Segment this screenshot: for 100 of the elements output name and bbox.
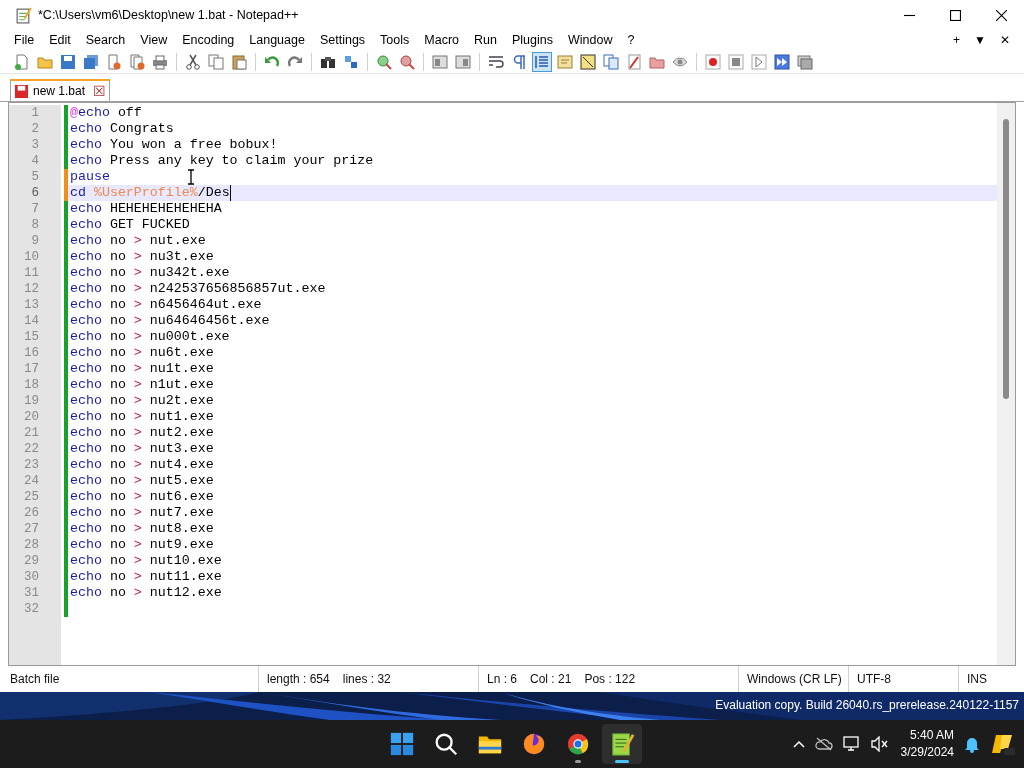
code-line: echo no > nut2.exe bbox=[70, 425, 214, 441]
new-tab-button[interactable]: + bbox=[953, 31, 961, 49]
status-text: INS bbox=[967, 671, 987, 688]
code-line: echo no > nut7.exe bbox=[70, 505, 214, 521]
pilcrow-icon bbox=[511, 53, 527, 70]
notepad-taskbar-button[interactable] bbox=[602, 724, 642, 764]
code-line: echo Press any key to claim your prize bbox=[70, 153, 374, 169]
line-number: 29 bbox=[9, 553, 61, 569]
code-line: echo no > nu3t.exe bbox=[70, 249, 214, 265]
menu-item[interactable]: View bbox=[140, 30, 168, 50]
network-icon[interactable] bbox=[842, 736, 861, 752]
menu-item[interactable]: Window bbox=[567, 30, 613, 50]
status-text: UTF-8 bbox=[857, 671, 891, 688]
printer-icon bbox=[152, 53, 168, 70]
copy-icon bbox=[208, 53, 224, 70]
notepad-icon bbox=[609, 731, 635, 757]
line-number: 19 bbox=[9, 393, 61, 409]
map-button[interactable] bbox=[578, 51, 598, 72]
menu-item[interactable]: Language bbox=[249, 30, 305, 50]
fox-globe-icon bbox=[521, 731, 547, 757]
chevron-up-icon[interactable] bbox=[792, 740, 805, 748]
menu-item[interactable]: Settings bbox=[319, 30, 366, 50]
code-line: echo no > nu342t.exe bbox=[70, 265, 230, 281]
close-icon bbox=[995, 9, 1007, 21]
code-line: echo no > nut6.exe bbox=[70, 489, 214, 505]
code-line: echo no > nut4.exe bbox=[70, 457, 214, 473]
code-line: echo no > nut10.exe bbox=[70, 553, 222, 569]
files-close-button[interactable] bbox=[127, 51, 147, 72]
status-text: length : 654 bbox=[267, 671, 330, 688]
indent-guide-button[interactable] bbox=[532, 51, 552, 72]
indent-guide-icon bbox=[534, 53, 550, 70]
line-number: 16 bbox=[9, 345, 61, 361]
code-line: echo Congrats bbox=[70, 121, 174, 137]
code-line: echo no > nut1.exe bbox=[70, 409, 214, 425]
chrome-icon bbox=[565, 731, 591, 757]
tab-list-button[interactable]: ▼ bbox=[974, 31, 986, 49]
line-number: 30 bbox=[9, 569, 61, 585]
files-close-icon bbox=[129, 53, 145, 70]
line-number: 9 bbox=[9, 233, 61, 249]
clock-date[interactable]: 3/29/2024 bbox=[900, 744, 954, 761]
wrap-icon bbox=[488, 53, 504, 70]
code-line: echo no > nut.exe bbox=[70, 233, 206, 249]
menu-item[interactable]: Run bbox=[474, 30, 497, 50]
menu-item[interactable]: Plugins bbox=[511, 30, 553, 50]
gutter-background bbox=[9, 617, 61, 665]
code-line: echo no > nut9.exe bbox=[70, 537, 214, 553]
menu-item[interactable]: File bbox=[14, 30, 35, 50]
menu-item[interactable]: Edit bbox=[49, 30, 71, 50]
line-number: 6 bbox=[9, 185, 61, 201]
file-tab[interactable]: new 1.bat ☒ bbox=[10, 79, 111, 101]
windows-icon bbox=[432, 53, 448, 70]
code-line: echo no > nut3.exe bbox=[70, 441, 214, 457]
line-number: 18 bbox=[9, 377, 61, 393]
text-caret bbox=[229, 185, 231, 201]
document-icon bbox=[557, 53, 573, 70]
close-tab-icon[interactable]: ☒ bbox=[93, 84, 107, 98]
line-number: 13 bbox=[9, 297, 61, 313]
documents-icon bbox=[603, 53, 619, 70]
cloud-off-icon[interactable] bbox=[814, 737, 833, 751]
menu-item[interactable]: Macro bbox=[424, 30, 460, 50]
vertical-scrollbar[interactable] bbox=[997, 103, 1015, 665]
zoom-in-icon bbox=[376, 53, 392, 70]
code-line: echo no > n6456464ut.exe bbox=[70, 297, 262, 313]
search-icon bbox=[433, 731, 459, 757]
code-line: echo no > nu64646456t.exe bbox=[70, 313, 270, 329]
menu-item[interactable]: Tools bbox=[380, 30, 410, 50]
line-number: 23 bbox=[9, 457, 61, 473]
status-text: Windows (CR LF) bbox=[747, 671, 842, 688]
stop-button[interactable] bbox=[726, 51, 746, 72]
line-number: 17 bbox=[9, 361, 61, 377]
find-replace-icon bbox=[343, 53, 359, 70]
watermark-text: Evaluation copy. Build 26040.rs_prerelease.240122-1157 bbox=[715, 698, 1019, 712]
line-number: 2 bbox=[9, 121, 61, 137]
line-number: 7 bbox=[9, 201, 61, 217]
line-number: 14 bbox=[9, 313, 61, 329]
code-line: echo no > nu2t.exe bbox=[70, 393, 214, 409]
close-tab-button[interactable]: ✕ bbox=[1000, 31, 1010, 49]
code-line: @echo off bbox=[70, 105, 142, 121]
menu-item[interactable]: ? bbox=[627, 30, 635, 50]
maximize-icon bbox=[949, 9, 961, 21]
fast-forward-button[interactable] bbox=[772, 51, 792, 72]
code-line: echo no > nut12.exe bbox=[70, 585, 222, 601]
code-line: pause bbox=[70, 169, 110, 185]
disks-icon bbox=[83, 53, 99, 70]
line-number: 5 bbox=[9, 169, 61, 185]
line-number: 1 bbox=[9, 105, 61, 121]
menu-item[interactable]: Encoding bbox=[182, 30, 235, 50]
map-icon bbox=[580, 53, 596, 70]
bell-icon[interactable] bbox=[964, 735, 980, 753]
volume-muted-icon[interactable] bbox=[870, 736, 889, 752]
file-close-icon bbox=[106, 53, 122, 70]
menu-item[interactable]: Search bbox=[85, 30, 126, 50]
line-number: 4 bbox=[9, 153, 61, 169]
code-line: echo no > n1ut.exe bbox=[70, 377, 214, 393]
fast-forward-icon bbox=[774, 53, 790, 70]
record-button[interactable] bbox=[703, 51, 723, 72]
line-number: 20 bbox=[9, 409, 61, 425]
scrollbar-thumb[interactable] bbox=[1003, 119, 1009, 399]
line-number: 28 bbox=[9, 537, 61, 553]
clock-time[interactable]: 5:40 AM bbox=[909, 727, 954, 744]
